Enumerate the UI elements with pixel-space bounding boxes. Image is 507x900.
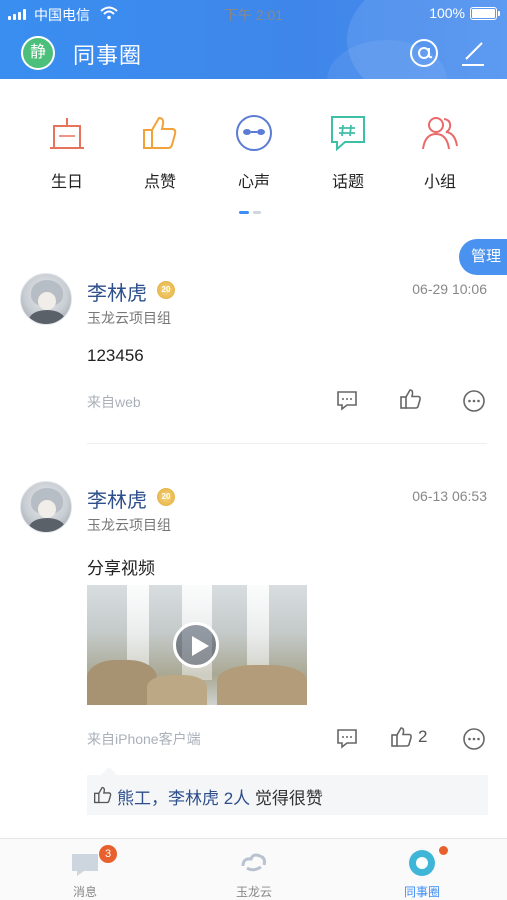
notification-dot bbox=[439, 846, 448, 855]
manage-button[interactable]: 管理 bbox=[459, 239, 507, 275]
likers-bar: 熊工，李林虎 2人 觉得很赞 bbox=[87, 767, 488, 815]
author-name[interactable]: 李林虎 bbox=[87, 484, 147, 513]
post-time: 06-29 10:06 bbox=[412, 281, 487, 297]
unread-badge: 3 bbox=[99, 845, 117, 863]
category-label: 话题 bbox=[331, 174, 364, 191]
bottom-tab-bar: 3 消息 玉龙云 同事圈 bbox=[0, 838, 507, 900]
comment-icon[interactable] bbox=[335, 726, 359, 750]
play-icon[interactable] bbox=[173, 622, 219, 668]
author-group: 玉龙云项目组 bbox=[87, 310, 171, 326]
post-source: 来自web bbox=[87, 394, 141, 410]
author-name[interactable]: 李林虎 bbox=[87, 277, 147, 306]
likers-suffix: 觉得很赞 bbox=[254, 789, 323, 808]
thumbs-up-icon bbox=[143, 116, 177, 149]
tab-yulongyun[interactable]: 玉龙云 bbox=[194, 839, 314, 900]
medal-icon: 20 bbox=[157, 488, 175, 506]
likers-names[interactable]: 熊工，李林虎 2人 bbox=[117, 789, 250, 808]
comment-icon[interactable] bbox=[335, 388, 359, 412]
message-icon bbox=[72, 854, 98, 876]
post-content: 123456 bbox=[87, 346, 144, 365]
category-label: 小组 bbox=[423, 174, 456, 191]
like-icon[interactable] bbox=[399, 387, 423, 411]
video-thumbnail[interactable] bbox=[87, 585, 307, 705]
category-group[interactable]: 小组 bbox=[400, 112, 480, 192]
battery-icon bbox=[470, 7, 500, 20]
tab-moments[interactable]: 同事圈 bbox=[362, 839, 482, 900]
status-bar: 中国电信 下午 2:01 100% bbox=[0, 0, 507, 26]
post-content: 分享视频 bbox=[87, 559, 155, 578]
tab-label: 消息 bbox=[72, 885, 97, 899]
app-header: 中国电信 下午 2:01 100% 静 同事圈 bbox=[0, 0, 507, 79]
page-indicator bbox=[239, 211, 265, 215]
category-topic[interactable]: 话题 bbox=[308, 112, 388, 192]
page-dot-active bbox=[239, 211, 249, 214]
mention-icon[interactable] bbox=[408, 37, 440, 69]
category-voice[interactable]: 心声 bbox=[214, 112, 294, 192]
mask-icon bbox=[236, 115, 272, 151]
category-birthday[interactable]: 生日 bbox=[27, 112, 107, 192]
thumbs-up-icon bbox=[94, 786, 112, 804]
moments-icon bbox=[409, 850, 435, 876]
more-icon[interactable] bbox=[462, 727, 486, 751]
compose-icon[interactable] bbox=[456, 37, 488, 69]
battery-percent: 100% bbox=[429, 5, 465, 21]
page-title: 同事圈 bbox=[73, 43, 143, 68]
category-row: 生日 点赞 心声 话题 小组 bbox=[0, 112, 507, 202]
topic-hash-icon bbox=[331, 116, 365, 152]
category-like[interactable]: 点赞 bbox=[120, 112, 200, 192]
birthday-cake-icon bbox=[50, 118, 84, 149]
author-group: 玉龙云项目组 bbox=[87, 517, 171, 533]
user-avatar[interactable]: 静 bbox=[21, 36, 55, 70]
category-label: 生日 bbox=[50, 174, 83, 191]
like-count: 2 bbox=[418, 727, 428, 746]
page-dot bbox=[253, 211, 261, 214]
medal-icon: 20 bbox=[157, 281, 175, 299]
avatar[interactable] bbox=[20, 481, 72, 533]
cloud-logo-icon bbox=[241, 853, 266, 872]
post-time: 06-13 06:53 bbox=[412, 488, 487, 504]
tab-label: 玉龙云 bbox=[235, 885, 272, 899]
group-icon bbox=[422, 117, 458, 150]
more-icon[interactable] bbox=[462, 389, 486, 413]
category-label: 点赞 bbox=[143, 174, 176, 191]
tab-label: 同事圈 bbox=[403, 885, 440, 899]
avatar[interactable] bbox=[20, 273, 72, 325]
divider bbox=[87, 443, 487, 444]
like-icon[interactable] bbox=[390, 725, 414, 749]
category-label: 心声 bbox=[237, 174, 270, 191]
tab-messages[interactable]: 3 消息 bbox=[25, 839, 145, 900]
post-source: 来自iPhone客户端 bbox=[87, 731, 201, 747]
